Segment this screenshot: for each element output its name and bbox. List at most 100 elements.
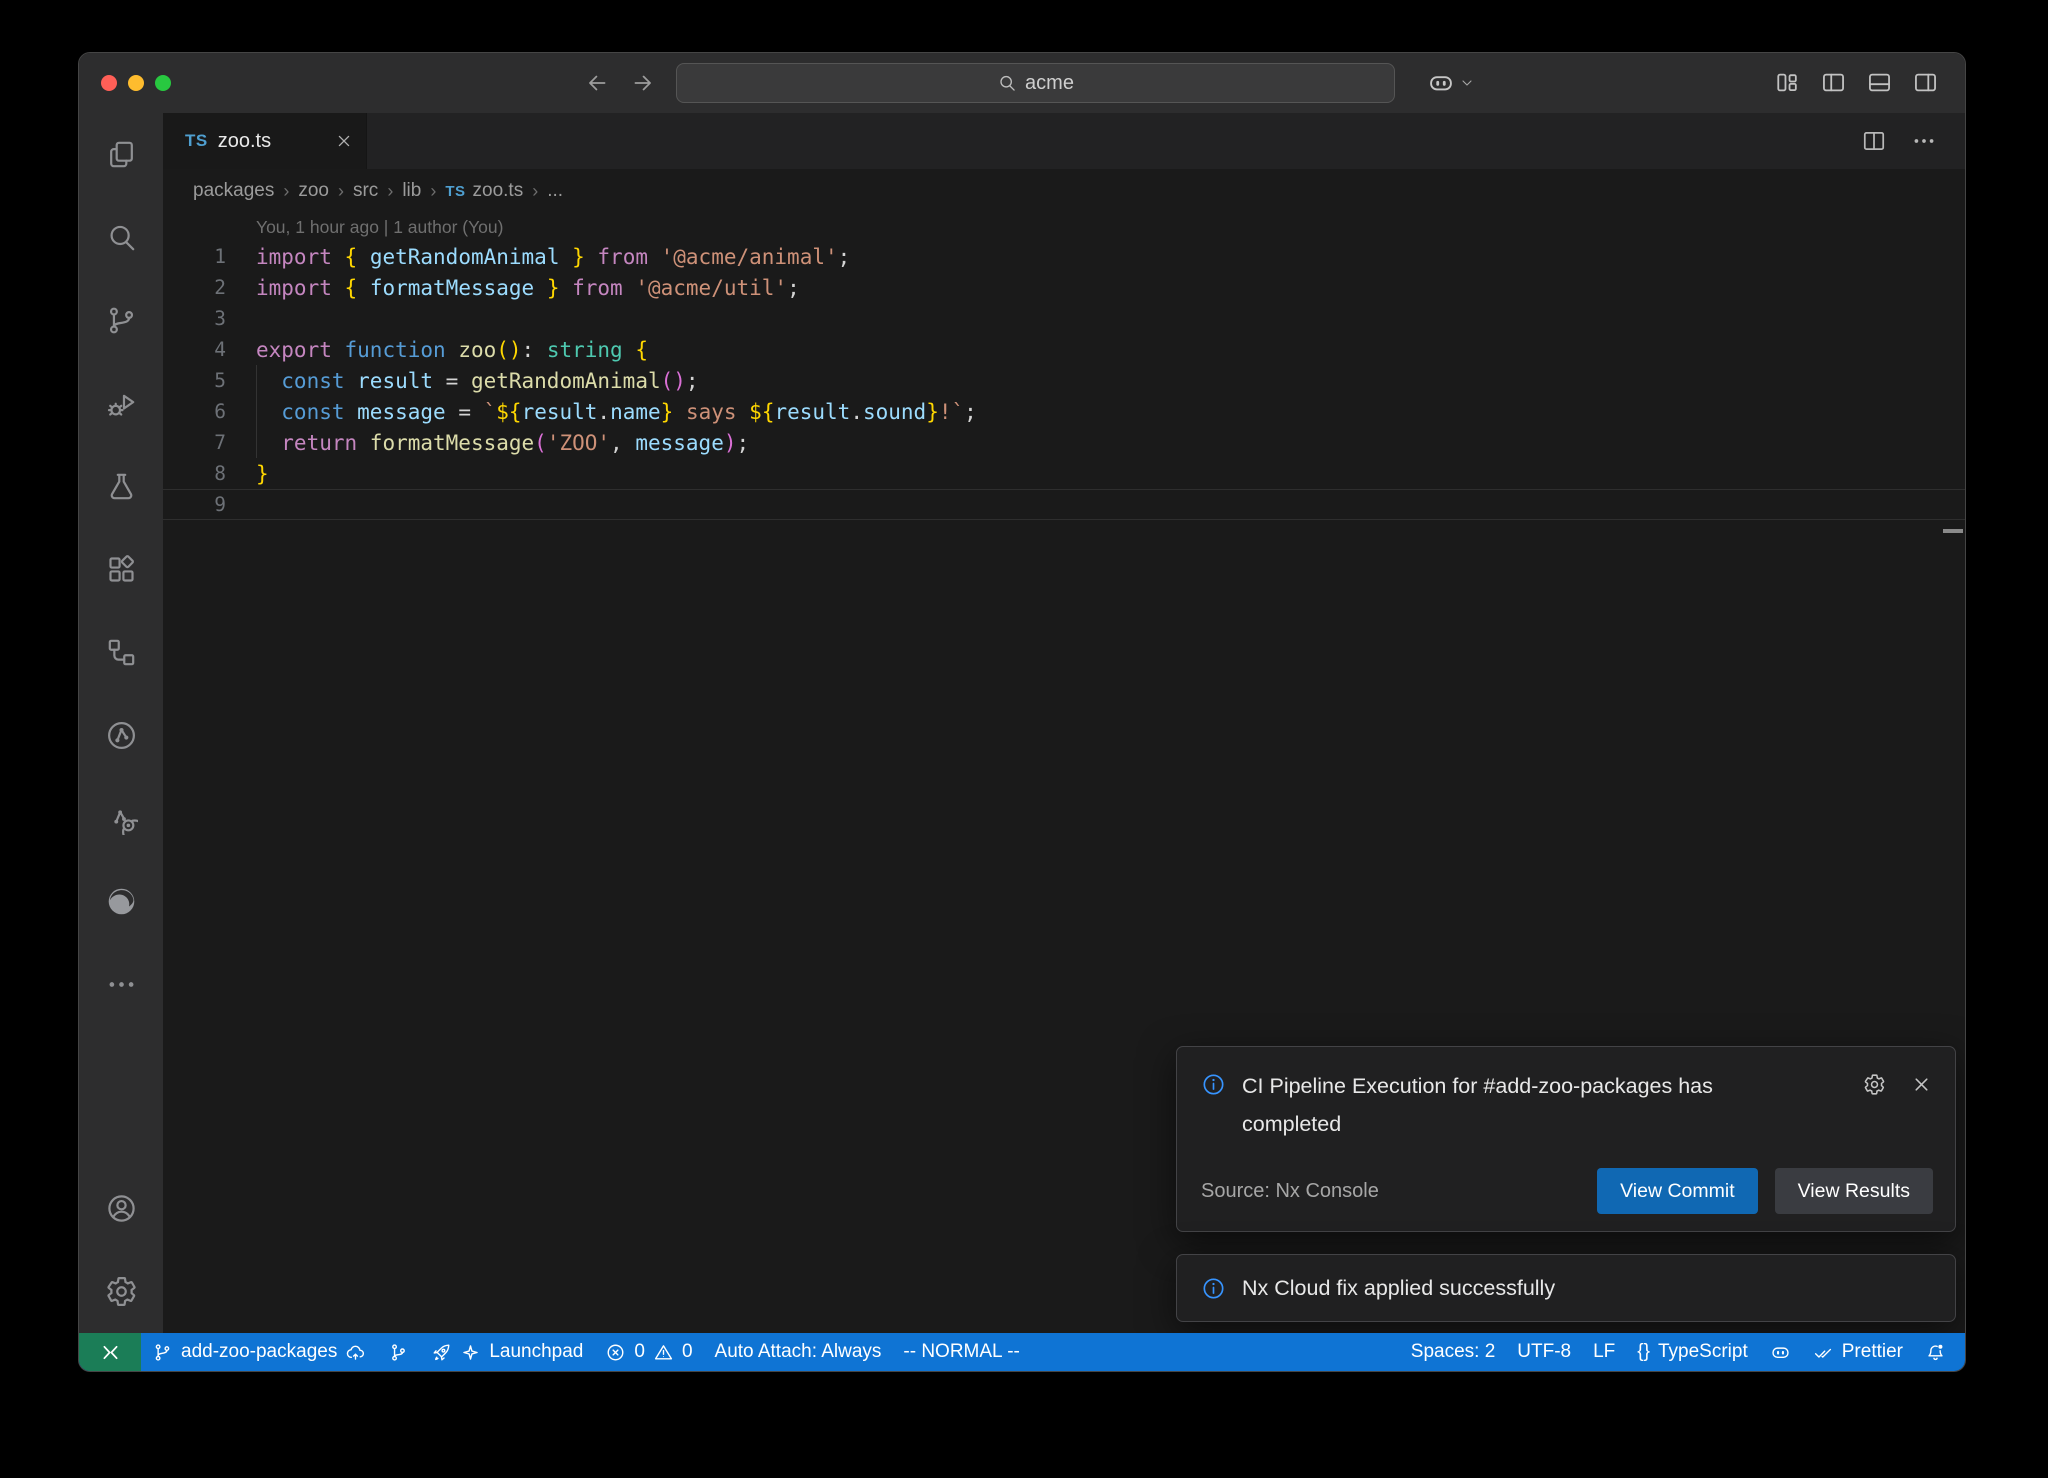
status-item-auto-attach[interactable]: Auto Attach: Always: [704, 1333, 893, 1371]
git-graph-icon: [388, 1342, 409, 1363]
close-window-button[interactable]: [101, 75, 117, 91]
status-bar: add-zoo-packages Launchpad00Auto Attach: …: [79, 1333, 1965, 1371]
toggle-secondary-sidebar-button[interactable]: [1912, 69, 1939, 96]
status-item-remote-indicator[interactable]: [79, 1333, 141, 1371]
command-center-search[interactable]: acme: [676, 63, 1395, 103]
breadcrumb-item-packages[interactable]: packages: [193, 180, 274, 202]
activity-bar-item-run-and-debug[interactable]: [79, 362, 163, 445]
navigate-back-icon[interactable]: [584, 70, 610, 96]
breadcrumb-item-lib[interactable]: lib: [402, 180, 421, 202]
gear-icon: [105, 1275, 138, 1308]
breadcrumb: packages›zoo›src›lib›TSzoo.ts›...: [163, 169, 1965, 213]
breadcrumb-separator: ›: [532, 181, 538, 202]
notification-title: CI Pipeline Execution for #add-zoo-packa…: [1242, 1067, 1812, 1143]
notification-source: Source: Nx Console: [1201, 1180, 1379, 1203]
activity-bar-item-explorer[interactable]: [79, 113, 163, 196]
search-query-text: acme: [1025, 72, 1074, 95]
line-number: 6: [163, 400, 226, 423]
code-line-5[interactable]: 5 const result = getRandomAnimal();: [163, 365, 1965, 396]
chevron-down-icon: [1459, 75, 1475, 91]
status-item-nx-launchpad[interactable]: Launchpad: [420, 1333, 594, 1371]
copilot-icon: [1770, 1342, 1791, 1363]
activity-bar-item-source-control[interactable]: [79, 279, 163, 362]
status-item-problems[interactable]: 00: [594, 1333, 703, 1371]
activity-bar-item-settings[interactable]: [79, 1250, 163, 1333]
line-content: import { formatMessage } from '@acme/uti…: [226, 276, 800, 300]
status-item-end-of-line[interactable]: LF: [1582, 1333, 1626, 1371]
activity-bar: [79, 113, 163, 1333]
line-number: 7: [163, 431, 226, 454]
notification-close-icon[interactable]: [1910, 1073, 1933, 1096]
customize-layout-button[interactable]: [1774, 69, 1801, 96]
code-line-6[interactable]: 6 const message = `${result.name} says $…: [163, 396, 1965, 427]
tab-zoo-ts[interactable]: TS zoo.ts: [163, 113, 367, 169]
code-line-2[interactable]: 2import { formatMessage } from '@acme/ut…: [163, 272, 1965, 303]
copilot-icon: [1427, 69, 1455, 97]
hierarchy-icon: [105, 636, 138, 669]
line-content: }: [226, 462, 269, 486]
toggle-sidebar-button[interactable]: [1820, 69, 1847, 96]
zoom-window-button[interactable]: [155, 75, 171, 91]
activity-bar-item-nx-cloud[interactable]: [79, 777, 163, 860]
status-item-encoding[interactable]: UTF-8: [1506, 1333, 1582, 1371]
status-item-copilot-status[interactable]: [1759, 1333, 1802, 1371]
tab-bar: TS zoo.ts: [163, 113, 1965, 169]
notification-ci-pipeline: CI Pipeline Execution for #add-zoo-packa…: [1176, 1046, 1956, 1232]
navigate-forward-icon[interactable]: [630, 70, 656, 96]
remote-icon: [100, 1342, 121, 1363]
status-item-indentation[interactable]: Spaces: 2: [1400, 1333, 1507, 1371]
title-bar: acme: [79, 53, 1965, 113]
breadcrumb-separator: ›: [430, 181, 436, 202]
status-item-language-mode[interactable]: {}TypeScript: [1626, 1333, 1758, 1371]
status-item-git-branch[interactable]: add-zoo-packages: [141, 1333, 377, 1371]
code-line-4[interactable]: 4export function zoo(): string {: [163, 334, 1965, 365]
activity-bar-item-browser[interactable]: [79, 860, 163, 943]
code-line-9[interactable]: 9: [163, 489, 1965, 520]
code-line-3[interactable]: 3: [163, 303, 1965, 334]
status-item-source-control-graph[interactable]: [377, 1333, 420, 1371]
copilot-menu[interactable]: [1427, 69, 1475, 97]
bell-dot-icon: [1925, 1342, 1946, 1363]
indent-guide: [256, 365, 257, 458]
activity-bar-item-search[interactable]: [79, 196, 163, 279]
notification-title: Nx Cloud fix applied successfully: [1242, 1276, 1555, 1301]
activity-bar-item-accounts[interactable]: [79, 1167, 163, 1250]
status-item-label: Spaces: 2: [1411, 1341, 1496, 1363]
line-number: 2: [163, 276, 226, 299]
activity-bar-item-extensions[interactable]: [79, 528, 163, 611]
status-item-formatter[interactable]: Prettier: [1802, 1333, 1914, 1371]
breadcrumb-item-zoo[interactable]: zoo: [298, 180, 329, 202]
notification-settings-icon[interactable]: [1863, 1073, 1886, 1096]
code-line-1[interactable]: 1import { getRandomAnimal } from '@acme/…: [163, 241, 1965, 272]
source-control-icon: [105, 304, 138, 337]
activity-bar-item-project-hierarchy[interactable]: [79, 611, 163, 694]
status-item-notifications-bell[interactable]: [1914, 1333, 1957, 1371]
code-line-7[interactable]: 7 return formatMessage('ZOO', message);: [163, 427, 1965, 458]
line-content: import { getRandomAnimal } from '@acme/a…: [226, 245, 850, 269]
vscode-window: acme TS zoo.ts: [78, 52, 1966, 1372]
branch-icon: [152, 1342, 173, 1363]
window-controls: [101, 75, 171, 91]
error-circle-icon: [605, 1342, 626, 1363]
info-icon: [1201, 1276, 1226, 1301]
view-results-button[interactable]: View Results: [1775, 1168, 1933, 1214]
view-commit-button[interactable]: View Commit: [1597, 1168, 1758, 1214]
status-item-label: LF: [1593, 1341, 1615, 1363]
close-tab-icon[interactable]: [334, 131, 354, 151]
line-number: 3: [163, 307, 226, 330]
breadcrumb-item-zoo-ts[interactable]: TSzoo.ts: [445, 180, 523, 202]
explorer-icon: [105, 138, 138, 171]
more-actions-icon[interactable]: [1911, 128, 1937, 154]
activity-bar-item-testing[interactable]: [79, 445, 163, 528]
toggle-panel-button[interactable]: [1866, 69, 1893, 96]
status-item-vim-mode[interactable]: -- NORMAL --: [892, 1333, 1030, 1371]
breadcrumb-separator: ›: [338, 181, 344, 202]
minimize-window-button[interactable]: [128, 75, 144, 91]
split-editor-icon[interactable]: [1861, 128, 1887, 154]
rocket-icon: [431, 1342, 452, 1363]
breadcrumb-item--[interactable]: ...: [547, 180, 563, 202]
activity-bar-item-nx-console[interactable]: [79, 694, 163, 777]
activity-bar-item-additional-views[interactable]: [79, 943, 163, 1026]
code-line-8[interactable]: 8}: [163, 458, 1965, 489]
breadcrumb-item-src[interactable]: src: [353, 180, 378, 202]
